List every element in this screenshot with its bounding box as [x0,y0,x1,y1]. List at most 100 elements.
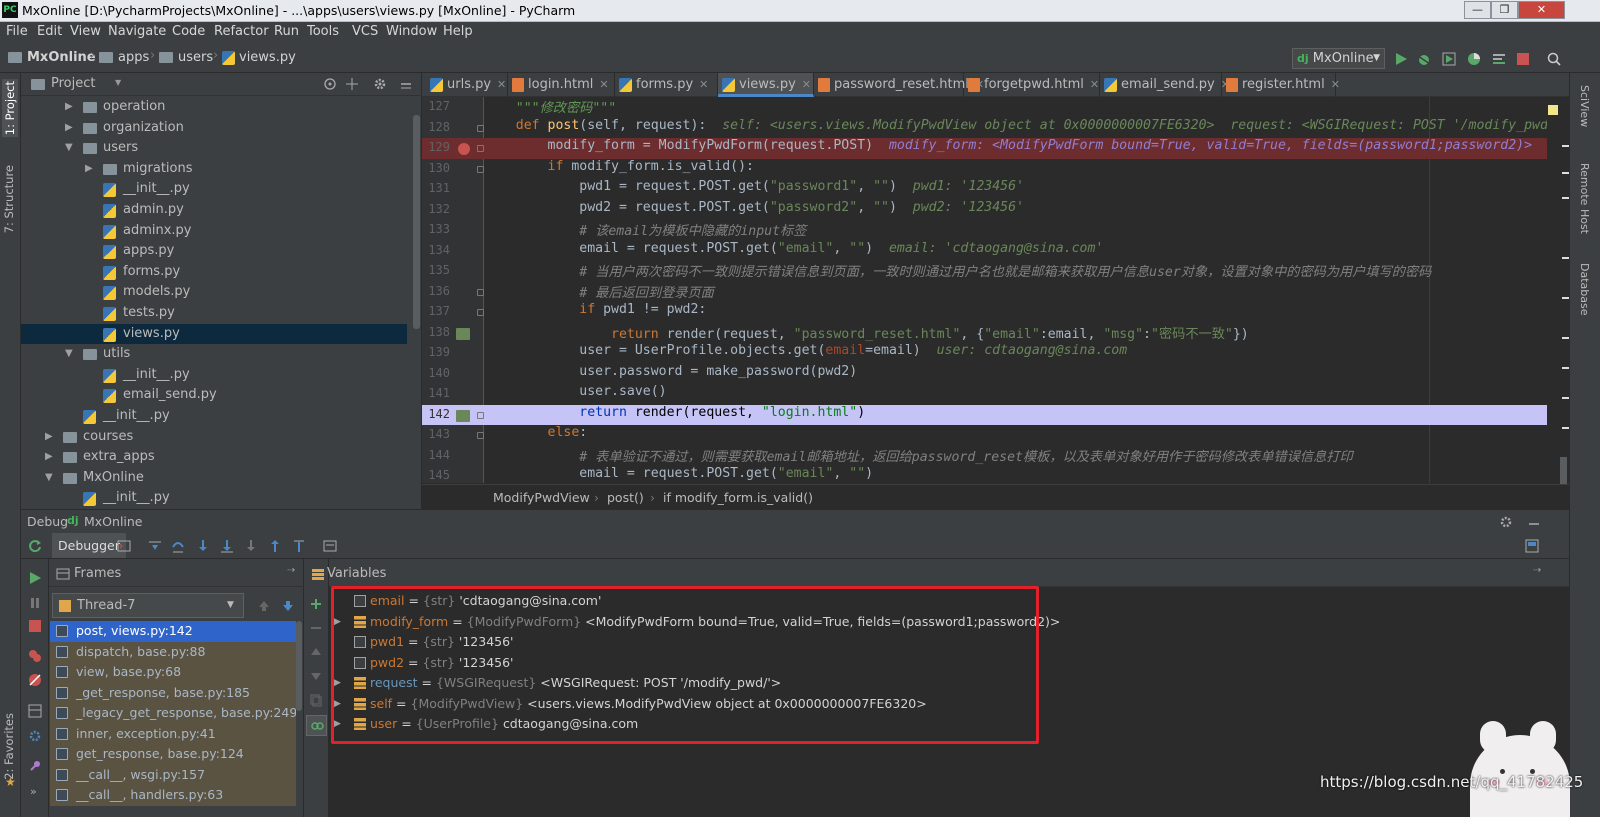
step-into-icon[interactable] [196,539,210,553]
rerun-icon[interactable] [28,539,42,553]
editor-tab[interactable]: urls.py ✕ [426,73,508,97]
sciview-tool-button[interactable]: SciView [1578,85,1591,127]
gutter-line[interactable]: 128 [422,118,484,139]
tree-item[interactable]: email_send.py [21,385,407,405]
project-view-select[interactable]: Project [51,76,95,91]
code-line[interactable]: else: [484,425,1547,446]
run-icon[interactable] [1394,52,1408,66]
breakpoint-line[interactable]: modify_form = ModifyPwdForm(request.POST… [484,138,1547,159]
move-up-icon[interactable] [309,645,323,659]
resume-icon[interactable] [28,571,42,585]
code-line[interactable]: # 最后返回到登录页面 [484,282,1547,303]
tree-item[interactable]: ▼ utils [21,344,407,364]
fold-marker-icon[interactable] [477,432,484,439]
minimize-button[interactable]: — [1464,1,1491,19]
fold-marker-icon[interactable] [477,288,484,296]
close-tab-icon[interactable]: ✕ [599,78,608,91]
tree-item[interactable]: ▶ migrations [21,159,407,179]
stack-frame[interactable]: inner, exception.py:41 [50,723,296,744]
editor-tab[interactable]: password_reset.html✕ [814,73,984,97]
gutter-line[interactable]: 127 [422,97,484,118]
stack-frame[interactable]: __call__, wsgi.py:157 [50,764,296,785]
menu-run[interactable]: Run [274,24,299,39]
new-watch-icon[interactable] [309,597,323,611]
close-tab-icon[interactable]: ✕ [802,78,811,91]
code-line[interactable]: pwd1 = request.POST.get("password1", "")… [484,179,1547,200]
gutter-line[interactable]: 143 [422,425,484,446]
code-line[interactable]: # 表单验证不通过，则需要获取email邮箱地址，返回给password_res… [484,446,1547,467]
project-scrollbar[interactable] [412,97,420,509]
coverage-icon[interactable] [1442,52,1456,66]
pin-icon[interactable] [28,759,42,773]
code-line[interactable]: def post(self, request): self: <users.vi… [484,118,1547,139]
editor-tab[interactable]: views.py ✕ [718,73,814,97]
gutter-line[interactable]: 141 [422,384,484,405]
breadcrumb-file[interactable]: views.py [222,50,296,65]
chevron-right-icon[interactable]: ▶ [85,159,93,179]
fold-marker-icon[interactable] [477,124,484,132]
code-area[interactable]: """修改密码""" def post(self, request): self… [484,97,1547,483]
show-watches-toggle[interactable] [306,715,327,736]
editor-error-stripe[interactable] [1532,97,1576,487]
menu-edit[interactable]: Edit [37,24,62,39]
crumb-class[interactable]: ModifyPwdView [493,490,590,505]
copy-icon[interactable] [309,693,323,707]
stack-frame[interactable]: get_response, base.py:124 [50,744,296,765]
gutter-line[interactable]: 142 [422,404,484,425]
code-line[interactable]: user.password = make_password(pwd2) [484,364,1547,385]
gutter-line[interactable]: 137 [422,302,484,323]
fold-marker-icon[interactable] [477,145,484,152]
tree-item[interactable]: __init__.py [21,488,407,508]
tree-item[interactable]: ▼ users [21,138,407,158]
breadcrumb-users[interactable]: users [159,50,213,65]
menu-refactor[interactable]: Refactor [214,24,269,39]
search-everywhere-icon[interactable] [1547,52,1561,66]
step-out-icon[interactable] [268,539,282,553]
tree-item[interactable]: views.py [21,323,407,344]
code-line[interactable]: user.save() [484,384,1547,405]
tree-item[interactable]: forms.py [21,262,407,282]
chevron-right-icon[interactable]: ▶ [65,97,73,117]
more-icon[interactable]: » [30,785,37,798]
scrollbar-thumb[interactable] [296,621,302,711]
tree-item[interactable]: models.py [21,282,407,302]
code-line[interactable]: return render(request, "password_reset.h… [484,323,1547,344]
gutter-line[interactable]: 129 [422,138,484,159]
tree-item[interactable]: ▶ courses [21,427,407,447]
code-line[interactable]: """修改密码""" [484,97,1547,118]
thread-select[interactable]: Thread-7 ▼ [52,593,244,618]
close-tab-icon[interactable]: ✕ [1090,78,1099,91]
code-line[interactable]: # 当用户两次密码不一致则提示错误信息到页面，一致时则通过用户名也就是邮箱来获取… [484,261,1547,282]
step-over-icon[interactable] [171,539,185,553]
code-line[interactable]: user = UserProfile.objects.get(email=ema… [484,343,1547,364]
favorites-tool-button[interactable]: 2: Favorites [2,713,16,780]
editor-scrollbar-thumb[interactable] [1560,457,1567,487]
run-concurrency-icon[interactable] [1492,52,1506,66]
frames-scrollbar[interactable] [296,621,303,817]
hide-panel-icon[interactable] [399,77,413,91]
chevron-down-icon[interactable]: ▼ [115,78,121,87]
stop-icon[interactable] [28,619,42,633]
tree-item[interactable]: apps.py [21,241,407,261]
close-tab-icon[interactable]: ✕ [699,78,708,91]
editor-tab[interactable]: register.html ✕ [1222,73,1340,97]
crumb-block[interactable]: if modify_form.is_valid() [663,490,813,505]
debug-config-tab[interactable]: MxOnline [84,514,143,529]
menu-file[interactable]: File [6,24,28,39]
menu-help[interactable]: Help [443,24,473,39]
hide-panel-icon[interactable] [1527,515,1541,529]
tree-item[interactable]: ▶ organization [21,118,407,138]
menu-navigate[interactable]: Navigate [108,24,166,39]
view-breakpoints-icon[interactable] [28,649,42,663]
tree-item[interactable]: admin.py [21,200,407,220]
gutter-line[interactable]: 139 [422,343,484,364]
gutter-line[interactable]: 138 [422,323,484,344]
menu-vcs[interactable]: VCS [352,24,378,39]
stack-frame[interactable]: dispatch, base.py:88 [50,641,296,662]
force-step-into-icon[interactable] [244,539,258,553]
breadcrumb-project[interactable]: MxOnline [8,50,96,65]
tree-item[interactable]: __init__.py [21,406,407,426]
debugger-tab[interactable]: Debugger [52,533,126,558]
tree-item[interactable]: ▼ MxOnline [21,468,407,488]
tree-item[interactable]: __init__.py [21,179,407,199]
